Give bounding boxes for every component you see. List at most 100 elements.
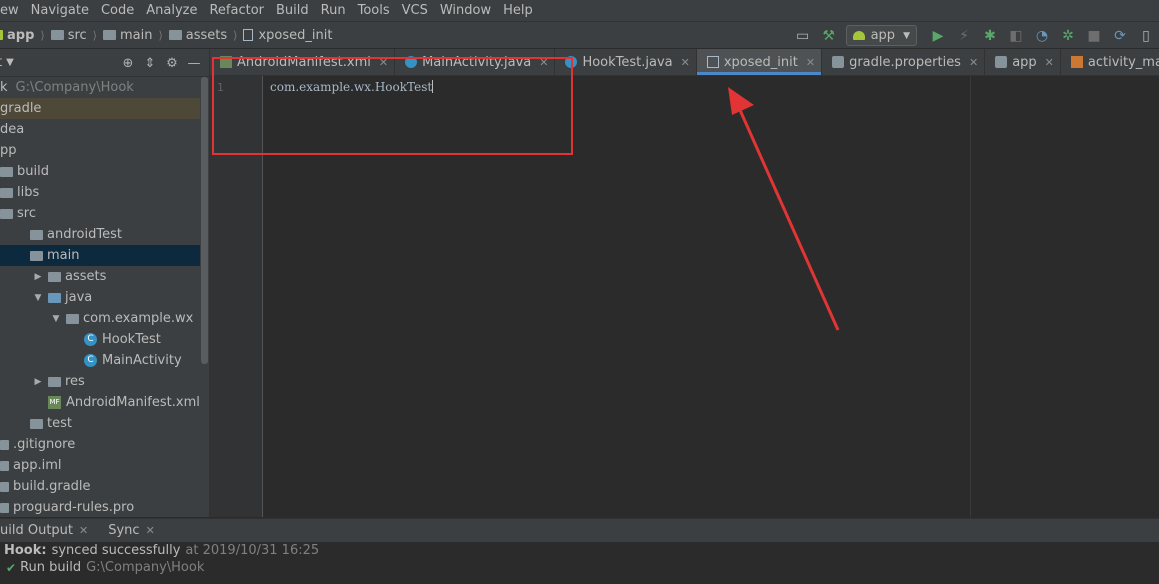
close-icon[interactable]: ✕ — [1045, 56, 1054, 69]
sync-timestamp: at 2019/10/31 16:25 — [185, 543, 320, 558]
tree-item-label: k — [0, 80, 8, 95]
java-class-icon: C — [84, 333, 97, 346]
tree-item[interactable]: MF AndroidManifest.xml — [0, 392, 200, 413]
main-toolbar: ▭ ⚒ app ▼ ▶ ⚡ ✱ ◧ ◔ ✲ ■ ⟳ ▯ — [790, 22, 1159, 49]
tree-item[interactable]: main — [0, 245, 200, 266]
tree-item[interactable]: C HookTest — [0, 329, 200, 350]
chevron-down-icon[interactable]: ▼ — [32, 293, 44, 303]
tree-item[interactable]: ▶ assets — [0, 266, 200, 287]
apply-changes-button[interactable]: ⚡ — [953, 25, 975, 47]
editor-tab[interactable]: activity_main.xml✕ — [1061, 49, 1159, 75]
breadcrumb: app ⟩ src ⟩ main ⟩ assets ⟩ xposed_init — [0, 28, 332, 43]
menu-run[interactable]: Run — [315, 3, 352, 18]
close-icon[interactable]: ✕ — [806, 56, 815, 69]
check-icon: ✔ — [6, 560, 17, 575]
menu-build[interactable]: Build — [270, 3, 315, 18]
chevron-down-icon[interactable]: ▼ — [50, 314, 62, 324]
run-build-row[interactable]: ✔ Run build G:\Company\Hook — [0, 559, 1159, 576]
close-icon[interactable]: ✕ — [146, 524, 155, 537]
menu-code[interactable]: Code — [95, 3, 140, 18]
hide-icon[interactable]: — — [183, 53, 205, 73]
menu-navigate[interactable]: Navigate — [25, 3, 95, 18]
tree-item[interactable]: src — [0, 203, 200, 224]
tree-item[interactable]: .gitignore — [0, 434, 200, 455]
locate-icon[interactable]: ⊕ — [117, 53, 139, 73]
sync-status-row[interactable]: Hook: synced successfully at 2019/10/31 … — [0, 542, 1159, 559]
menu-window[interactable]: Window — [434, 3, 497, 18]
chevron-right-icon[interactable]: ▶ — [32, 272, 44, 282]
attach-debugger-button[interactable]: ✲ — [1057, 25, 1079, 47]
device-manager-button[interactable]: ▯ — [1135, 25, 1157, 47]
tree-item-label: src — [17, 206, 36, 221]
tree-item-label: build.gradle — [13, 479, 91, 494]
tree-item[interactable]: ▶ res — [0, 371, 200, 392]
tree-item[interactable]: build — [0, 161, 200, 182]
menu-help[interactable]: Help — [497, 3, 539, 18]
collapse-all-icon[interactable]: ⇕ — [139, 53, 161, 73]
folder-icon — [48, 292, 61, 303]
tree-item-label: AndroidManifest.xml — [66, 395, 200, 410]
project-structure-button[interactable]: ▭ — [792, 25, 814, 47]
project-tree-scrollbar[interactable] — [201, 77, 208, 364]
tree-item[interactable]: ▼ java — [0, 287, 200, 308]
editor-tab[interactable]: xposed_init ✕ — [696, 49, 823, 75]
tree-item[interactable]: ▼ com.example.wx — [0, 308, 200, 329]
menu-tools[interactable]: Tools — [352, 3, 396, 18]
tree-item-label: MainActivity — [102, 353, 182, 368]
tab-build-output[interactable]: uild Output ✕ — [0, 519, 94, 543]
profile-button[interactable]: ◔ — [1031, 25, 1053, 47]
sync-gradle-button[interactable]: ⟳ — [1109, 25, 1131, 47]
tree-item[interactable]: k G:\Company\Hook — [0, 77, 200, 98]
breadcrumb-xposed-init[interactable]: xposed_init — [258, 28, 332, 43]
tree-item[interactable]: gradle — [0, 98, 200, 119]
tree-item-label: com.example.wx — [83, 311, 194, 326]
debug-button[interactable]: ✱ — [979, 25, 1001, 47]
tree-item[interactable]: proguard-rules.pro — [0, 497, 200, 518]
chevron-down-icon[interactable]: ▼ — [6, 57, 14, 68]
folder-icon — [168, 30, 182, 40]
project-path: G:\Company\Hook — [15, 80, 134, 95]
gear-icon[interactable]: ⚙ — [161, 53, 183, 73]
tree-item[interactable]: app.iml — [0, 455, 200, 476]
close-icon[interactable]: ✕ — [681, 56, 690, 69]
chevron-right-icon: ⟩ — [233, 28, 238, 42]
tree-item[interactable]: libs — [0, 182, 200, 203]
gradle-file-icon — [995, 56, 1008, 68]
tree-item[interactable]: dea — [0, 119, 200, 140]
run-button[interactable]: ▶ — [927, 25, 949, 47]
stop-button[interactable]: ■ — [1083, 25, 1105, 47]
menu-analyze[interactable]: Analyze — [140, 3, 203, 18]
tree-item[interactable]: pp — [0, 140, 200, 161]
folder-icon — [30, 229, 43, 240]
tab-build-output-label: uild Output — [0, 523, 74, 538]
chevron-right-icon[interactable]: ▶ — [32, 377, 44, 387]
tab-sync[interactable]: Sync ✕ — [102, 519, 161, 543]
tree-item[interactable]: test — [0, 413, 200, 434]
make-project-button[interactable]: ⚒ — [818, 25, 840, 47]
tree-item-label: proguard-rules.pro — [13, 500, 135, 515]
breadcrumb-app[interactable]: app — [7, 28, 34, 43]
breadcrumb-assets[interactable]: assets — [186, 28, 227, 43]
manifest-icon: MF — [48, 396, 61, 409]
close-icon[interactable]: ✕ — [79, 524, 88, 537]
bottom-tool-tabs: uild Output ✕ Sync ✕ — [0, 518, 1159, 542]
menu-refactor[interactable]: Refactor — [203, 3, 270, 18]
run-with-coverage-button[interactable]: ◧ — [1005, 25, 1027, 47]
java-class-icon: C — [84, 354, 97, 367]
editor-tab[interactable]: app ✕ — [985, 49, 1061, 75]
breadcrumb-src[interactable]: src — [68, 28, 87, 43]
tree-item-label: java — [65, 290, 93, 305]
run-configuration-select[interactable]: app ▼ — [845, 25, 917, 46]
tree-item[interactable]: build.gradle — [0, 476, 200, 497]
editor-tab[interactable]: HookTest.java ✕ — [555, 49, 697, 75]
tree-item-label: gradle — [0, 101, 42, 116]
menu-vcs[interactable]: VCS — [396, 3, 434, 18]
tree-item[interactable]: C MainActivity — [0, 350, 200, 371]
editor-tab-label: gradle.properties — [849, 54, 961, 70]
tree-item[interactable]: androidTest — [0, 224, 200, 245]
editor-tab[interactable]: gradle.properties ✕ — [822, 49, 986, 75]
menu-view[interactable]: ew — [0, 3, 25, 18]
project-view-title[interactable]: t — [0, 55, 2, 70]
close-icon[interactable]: ✕ — [969, 56, 978, 69]
breadcrumb-main[interactable]: main — [120, 28, 152, 43]
